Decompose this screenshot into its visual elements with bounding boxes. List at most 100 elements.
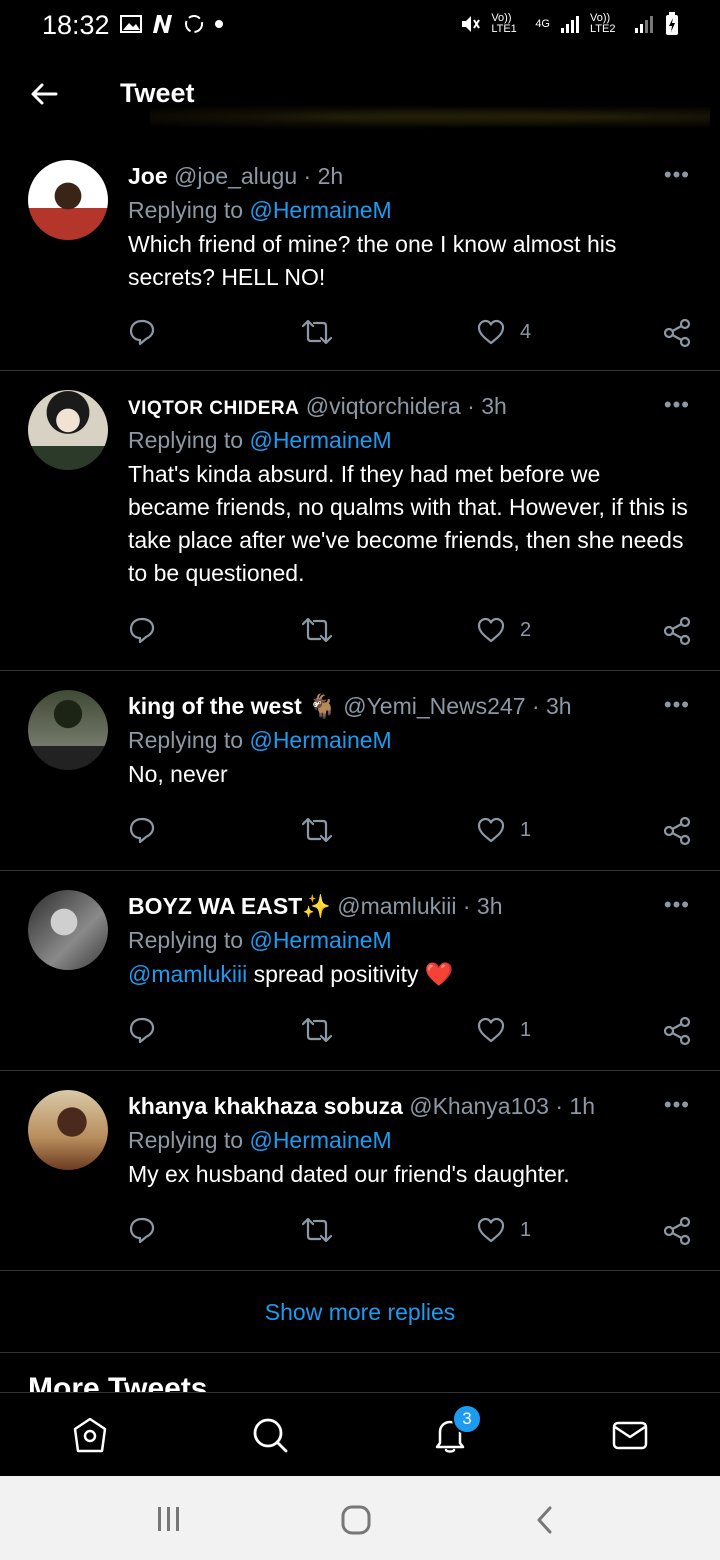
- display-name[interactable]: BOYZ WA EAST✨: [128, 893, 331, 919]
- display-name[interactable]: king of the west 🐐: [128, 693, 337, 719]
- reply-tweet[interactable]: khanya khakhaza sobuza @Khanya103 · 1h R…: [0, 1070, 720, 1271]
- retweet-button[interactable]: [300, 816, 334, 844]
- show-more-replies-button[interactable]: Show more replies: [0, 1272, 720, 1353]
- tweet-text: No, never: [128, 761, 228, 787]
- share-button[interactable]: [662, 1016, 692, 1046]
- reply-button[interactable]: [128, 1016, 156, 1044]
- retweet-icon: [301, 1017, 333, 1043]
- timestamp: 2h: [317, 163, 344, 189]
- reply-icon: [129, 319, 155, 346]
- avatar[interactable]: [28, 390, 108, 470]
- retweet-button[interactable]: [300, 616, 334, 644]
- user-handle[interactable]: @Yemi_News247: [343, 693, 525, 719]
- share-button[interactable]: [662, 616, 692, 646]
- more-tweets-heading: More Tweets: [28, 1372, 208, 1392]
- retweet-icon: [301, 1217, 333, 1243]
- like-button[interactable]: 4: [476, 318, 531, 346]
- recent-apps-icon[interactable]: [152, 1504, 186, 1534]
- status-bar: 18:32 Vo)) LTE1 4G Vo)) LTE2: [0, 0, 720, 52]
- mute-icon: [462, 16, 481, 32]
- signal-icon: [561, 16, 579, 33]
- reply-button[interactable]: [128, 816, 156, 844]
- replying-to: Replying to @HermaineM: [128, 1127, 392, 1153]
- replying-to: Replying to @HermaineM: [128, 727, 392, 753]
- messages-tab[interactable]: [606, 1411, 654, 1459]
- like-count: 4: [520, 320, 532, 343]
- share-button[interactable]: [662, 816, 692, 846]
- replying-to: Replying to @HermaineM: [128, 427, 392, 453]
- display-name[interactable]: khanya khakhaza sobuza: [128, 1093, 403, 1119]
- retweet-button[interactable]: [300, 1216, 334, 1244]
- reply-button[interactable]: [128, 1216, 156, 1244]
- avatar[interactable]: [28, 690, 108, 770]
- reply-tweet[interactable]: VIQTOR CHIDERA @viqtorchidera · 3h Reply…: [0, 370, 720, 671]
- mention-link[interactable]: @HermaineM: [249, 927, 391, 953]
- signal-icon-2: [635, 16, 653, 33]
- like-button[interactable]: 1: [476, 816, 531, 844]
- tweet-meta: Joe @joe_alugu · 2h: [128, 163, 344, 189]
- mention-link[interactable]: @HermaineM: [249, 727, 391, 753]
- more-options-icon[interactable]: •••: [664, 692, 690, 718]
- home-tab[interactable]: [66, 1411, 114, 1459]
- reply-icon: [129, 617, 155, 644]
- more-options-icon[interactable]: •••: [664, 892, 690, 918]
- reply-button[interactable]: [128, 616, 156, 644]
- reply-icon: [129, 1217, 155, 1244]
- tweet-meta: khanya khakhaza sobuza @Khanya103 · 1h: [128, 1093, 596, 1119]
- home-button-icon[interactable]: [340, 1504, 374, 1536]
- share-button[interactable]: [662, 318, 692, 348]
- more-options-icon[interactable]: •••: [664, 392, 690, 418]
- tweet-meta: VIQTOR CHIDERA @viqtorchidera · 3h: [128, 393, 507, 419]
- reply-tweet[interactable]: king of the west 🐐 @Yemi_News247 · 3h Re…: [0, 670, 720, 871]
- display-name[interactable]: Joe: [128, 163, 168, 189]
- notification-badge: 3: [452, 1404, 482, 1434]
- share-icon: [663, 816, 691, 846]
- heart-icon: [477, 1217, 505, 1243]
- back-arrow-icon[interactable]: [28, 78, 60, 110]
- reply-icon: [129, 817, 155, 844]
- network-type: 4G: [535, 17, 550, 30]
- timestamp: 3h: [481, 393, 507, 419]
- retweet-button[interactable]: [300, 1016, 334, 1044]
- replying-to: Replying to @HermaineM: [128, 197, 392, 223]
- tweet-actions: 1: [128, 1016, 698, 1050]
- reply-icon: [129, 1017, 155, 1044]
- more-options-icon[interactable]: •••: [664, 162, 690, 188]
- tweet-actions: 1: [128, 816, 698, 850]
- mention-link[interactable]: @HermaineM: [249, 197, 391, 223]
- more-options-icon[interactable]: •••: [664, 1092, 690, 1118]
- user-handle[interactable]: @Khanya103: [409, 1093, 549, 1119]
- status-notification-icons: [120, 12, 224, 36]
- mention-link[interactable]: @mamlukiii: [128, 961, 247, 987]
- tweet-text: That's kinda absurd. If they had met bef…: [128, 461, 688, 586]
- back-button-icon[interactable]: [530, 1504, 560, 1536]
- tweet-meta: king of the west 🐐 @Yemi_News247 · 3h: [128, 693, 572, 719]
- like-button[interactable]: 2: [476, 616, 531, 644]
- reply-tweet[interactable]: Joe @joe_alugu · 2h Replying to @Hermain…: [0, 140, 720, 371]
- mention-link[interactable]: @HermaineM: [249, 1127, 391, 1153]
- avatar[interactable]: [28, 890, 108, 970]
- timestamp: 3h: [546, 693, 572, 719]
- avatar[interactable]: [28, 160, 108, 240]
- heart-icon: [477, 1017, 505, 1043]
- heart-icon: [477, 319, 505, 345]
- user-handle[interactable]: @joe_alugu: [174, 163, 297, 189]
- search-tab[interactable]: [246, 1411, 294, 1459]
- display-name[interactable]: VIQTOR CHIDERA: [128, 398, 299, 419]
- share-button[interactable]: [662, 1216, 692, 1246]
- share-icon: [663, 318, 691, 348]
- user-handle[interactable]: @viqtorchidera: [306, 393, 461, 419]
- dot-icon: [215, 20, 223, 28]
- avatar[interactable]: [28, 1090, 108, 1170]
- reply-button[interactable]: [128, 318, 156, 346]
- tweet-text: My ex husband dated our friend's daughte…: [128, 1161, 570, 1187]
- battery-charging-icon: [666, 12, 678, 35]
- reply-tweet[interactable]: BOYZ WA EAST✨ @mamlukiii · 3h Replying t…: [0, 870, 720, 1071]
- like-button[interactable]: 1: [476, 1216, 531, 1244]
- mention-link[interactable]: @HermaineM: [249, 427, 391, 453]
- status-right-icons: Vo)) LTE1 4G Vo)) LTE2: [459, 12, 680, 36]
- share-icon: [663, 1216, 691, 1246]
- retweet-button[interactable]: [300, 318, 334, 346]
- like-button[interactable]: 1: [476, 1016, 531, 1044]
- user-handle[interactable]: @mamlukiii: [337, 893, 456, 919]
